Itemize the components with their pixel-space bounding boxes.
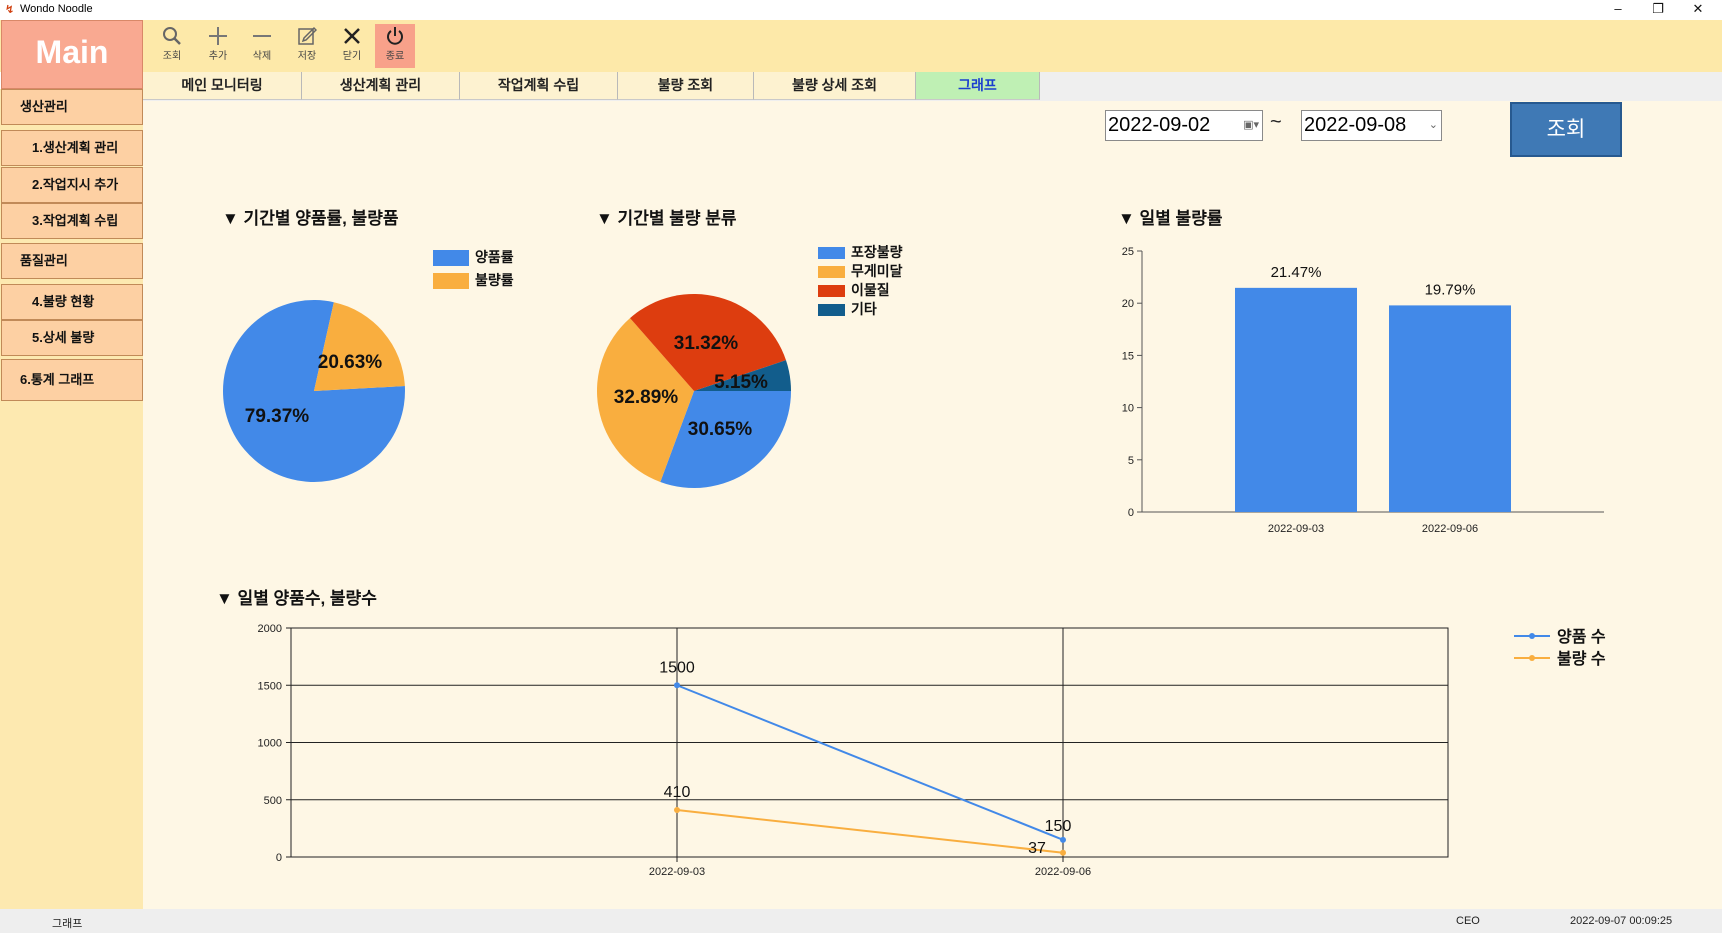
line-y-tick-label: 2000 (258, 623, 282, 635)
line-value-label: 1500 (659, 659, 695, 676)
pie-defect-class-value-label: 30.65% (688, 419, 753, 440)
bar-y-tick-label: 10 (1122, 403, 1134, 415)
pie-defect-class-value-label: 31.32% (674, 333, 739, 354)
pie-defect-class-value-label: 32.89% (614, 387, 679, 408)
status-screen: 그래프 (52, 918, 83, 930)
line-x-tick-label: 2022-09-03 (649, 866, 705, 878)
pie-yield-value-label: 20.63% (318, 352, 383, 373)
bar-y-tick-label: 15 (1122, 350, 1134, 362)
line-y-tick-label: 500 (264, 795, 282, 807)
line-x-tick-label: 2022-09-06 (1035, 866, 1091, 878)
bar-y-tick-label: 25 (1122, 246, 1134, 258)
bar-x-tick-label: 2022-09-03 (1268, 523, 1324, 535)
line-point (674, 682, 680, 689)
bar-x-tick-label: 2022-09-06 (1422, 523, 1478, 535)
status-datetime: 2022-09-07 00:09:25 (1570, 915, 1673, 927)
status-user: CEO (1456, 915, 1480, 927)
charts-canvas: 79.37% 20.63% 30.65% 32.89% 31.32% 5.15% 0 5 10 1… (222, 246, 1606, 878)
status-bar: 그래프 CEO 2022-09-07 00:09:25 (0, 909, 1722, 933)
bar-y-tick-label: 0 (1128, 507, 1134, 519)
bar-y-tick-label: 5 (1128, 455, 1134, 467)
line-y-tick-label: 1500 (258, 680, 282, 692)
line-y-tick-label: 1000 (258, 738, 282, 750)
line-value-label: 150 (1045, 818, 1072, 835)
bar-value-label: 21.47% (1271, 264, 1322, 281)
bar-value-label: 19.79% (1425, 281, 1476, 298)
line-point (674, 807, 680, 814)
line-legend-label: 양품 수 (1557, 628, 1606, 646)
line-point (1060, 836, 1066, 843)
line-legend-marker (1529, 633, 1535, 639)
pie-yield-value-label: 79.37% (245, 406, 310, 427)
bar-2022-09-03 (1235, 287, 1357, 512)
bar-y-tick-label: 20 (1122, 298, 1134, 310)
line-y-tick-label: 0 (276, 852, 282, 864)
line-value-label: 37 (1028, 840, 1046, 857)
line-value-label: 410 (664, 784, 691, 801)
line-legend-label: 불량 수 (1557, 649, 1606, 668)
line-point (1060, 849, 1066, 856)
line-legend-marker (1529, 655, 1535, 661)
pie-defect-class-value-label: 5.15% (714, 372, 768, 393)
bar-2022-09-06 (1389, 305, 1511, 512)
